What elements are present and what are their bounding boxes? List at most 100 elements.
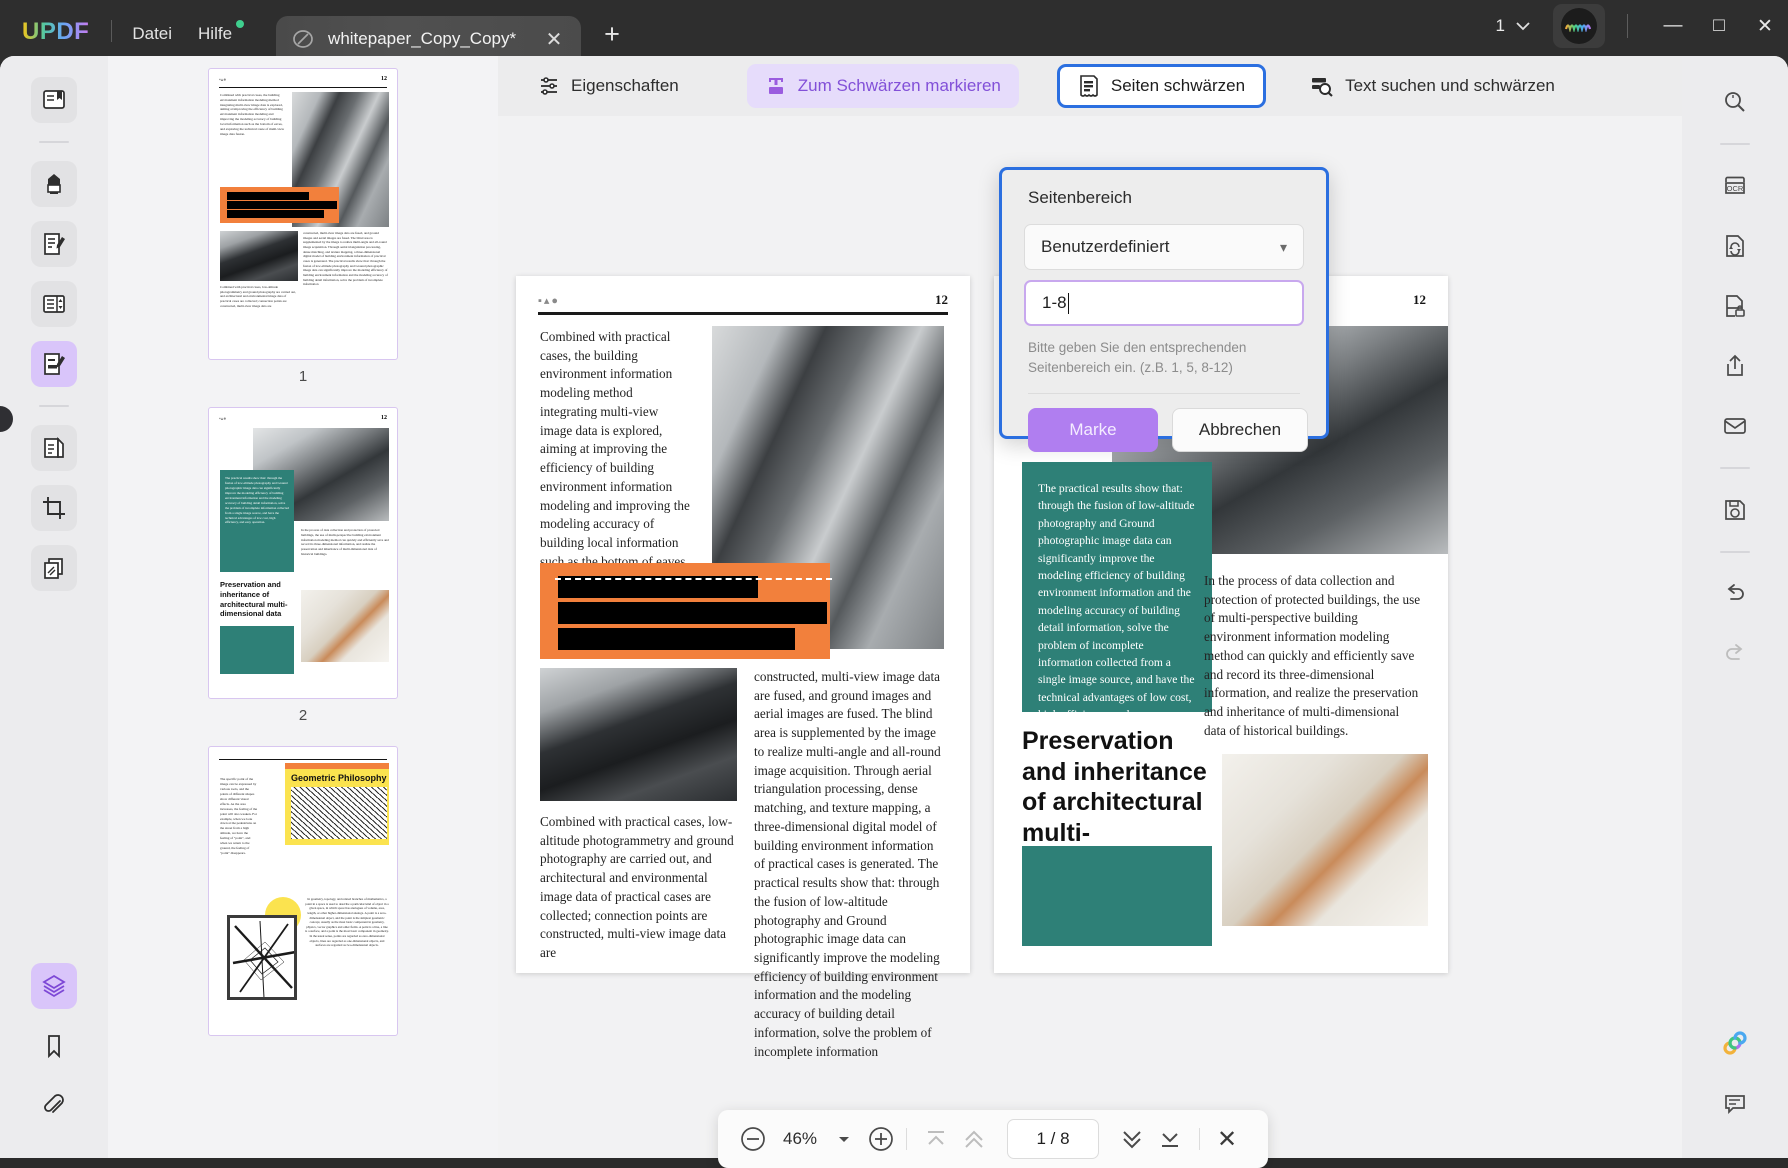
right-item-comments[interactable] [1712, 1081, 1758, 1127]
thumbnail-panel[interactable]: ▪▴● 12 Combined with practical cases, th… [108, 56, 498, 1158]
sidebar-item-reader-mode[interactable] [31, 77, 77, 123]
ai-flower-icon [1720, 1029, 1750, 1059]
app-shell: ▪▴● 12 Combined with practical cases, th… [0, 56, 1788, 1168]
cancel-button[interactable]: Abbrechen [1172, 407, 1308, 452]
thumb-page-number: 12 [381, 415, 387, 421]
thumb-marks: ▪▴● [219, 77, 227, 83]
app-logo: UPDF [22, 18, 90, 45]
first-page-button[interactable] [917, 1126, 955, 1152]
tab-close-icon[interactable]: ✕ [541, 27, 567, 52]
right-tool-rail: OCR [1682, 56, 1788, 1158]
window-count-dropdown[interactable]: 1 [1496, 16, 1531, 36]
photo-pencil [1222, 754, 1428, 926]
last-page-button[interactable] [1151, 1126, 1189, 1152]
properties-button[interactable]: Eigenschaften [520, 64, 697, 108]
panel-drag-handle[interactable] [0, 406, 13, 432]
right-item-ocr[interactable]: OCR [1712, 163, 1758, 209]
bottombar-divider [1199, 1128, 1200, 1150]
search-and-redact-button[interactable]: Text suchen und schwärzen [1292, 64, 1573, 108]
page-left-col-bottom: Combined with practical cases, low-altit… [540, 814, 734, 961]
crop-icon [41, 495, 67, 521]
right-item-save[interactable] [1712, 487, 1758, 533]
redact-pages-button[interactable]: Seiten schwärzen [1056, 64, 1267, 108]
page-thumbnail-2[interactable]: ▪▴● 12 The practical results show that: … [208, 407, 398, 699]
rail-divider [1720, 143, 1750, 145]
zoom-dropdown-caret[interactable] [832, 1134, 856, 1144]
zoom-level-value[interactable]: 46% [768, 1129, 832, 1149]
dialog-divider [1028, 392, 1300, 394]
page-range-dialog[interactable]: Seitenbereich Benutzerdefiniert ▾ 1-8 Bi… [999, 167, 1329, 452]
chevron-down-icon [1515, 21, 1531, 31]
svg-text:OCR: OCR [1727, 184, 1744, 193]
thumb-marks: ▪▴● [219, 416, 227, 422]
page-range-input[interactable]: 1-8 [1024, 280, 1304, 326]
right-item-email[interactable] [1712, 403, 1758, 449]
search-redact-icon [1310, 75, 1334, 97]
text-caret [1067, 292, 1070, 314]
sidebar-item-thumbnails[interactable] [31, 963, 77, 1009]
page-indicator-input[interactable]: 1 / 8 [1007, 1119, 1099, 1159]
thumbnail-item[interactable]: ▪▴● 12 Combined with practical cases, th… [108, 62, 498, 401]
right-item-search[interactable] [1712, 79, 1758, 125]
page-thumbnail-1[interactable]: ▪▴● 12 Combined with practical cases, th… [208, 68, 398, 360]
mark-for-redaction-button[interactable]: Zum Schwärzen markieren [746, 64, 1019, 108]
redaction-bar-3 [558, 628, 795, 650]
right-item-protect[interactable] [1712, 283, 1758, 329]
sidebar-item-organize-pages[interactable] [31, 281, 77, 327]
right-item-share[interactable] [1712, 343, 1758, 389]
new-tab-button[interactable]: + [599, 19, 625, 50]
document-slash-icon [290, 26, 316, 52]
thumb-rule [219, 759, 387, 761]
titlebar-divider [111, 20, 113, 42]
sidebar-item-attachments[interactable] [31, 1083, 77, 1129]
dialog-title: Seitenbereich [1028, 188, 1132, 207]
dialog-actions: Marke Abbrechen [1028, 407, 1326, 452]
close-window-button[interactable]: ✕ [1742, 15, 1788, 38]
left-rail-bottom-group [31, 956, 77, 1158]
page-range-input-value: 1-8 [1042, 293, 1067, 312]
document-page-left[interactable]: ▪▴● 12 Combined with practical cases, th… [516, 276, 970, 1059]
layers-stack-icon [41, 555, 67, 581]
thumb-page-number: 12 [381, 76, 387, 82]
thumbnail-item[interactable]: The specific point of the image can be e… [108, 740, 498, 1060]
sliders-icon [538, 75, 560, 97]
photo-desk [540, 668, 737, 801]
thumb3-left-text: The specific point of the image can be e… [220, 777, 258, 856]
thumb-teal-text: The practical results show that: through… [225, 476, 289, 525]
right-item-ai-assistant[interactable] [1712, 1021, 1758, 1067]
prev-page-button[interactable] [955, 1126, 993, 1152]
menu-hilfe[interactable]: Hilfe [198, 20, 245, 44]
zoom-in-button[interactable] [866, 1124, 896, 1154]
tab-title: whitepaper_Copy_Copy* [328, 29, 517, 48]
window-controls-group: 1 — □ ✕ [1496, 4, 1788, 48]
next-page-button[interactable] [1113, 1126, 1151, 1152]
sidebar-item-redact[interactable] [31, 341, 77, 387]
sidebar-item-highlight[interactable] [31, 161, 77, 207]
maximize-button[interactable]: □ [1696, 15, 1742, 37]
menu-datei[interactable]: Datei [132, 24, 172, 44]
thumb-body-text: In the process of data collection and pr… [301, 528, 389, 556]
account-avatar-button[interactable] [1553, 4, 1605, 48]
sidebar-item-stamp[interactable] [31, 545, 77, 591]
mark-confirm-button[interactable]: Marke [1028, 407, 1158, 452]
thumbnail-item[interactable]: ▪▴● 12 The practical results show that: … [108, 401, 498, 740]
sidebar-item-crop[interactable] [31, 485, 77, 531]
update-dot-indicator [236, 20, 245, 28]
close-navbar-button[interactable]: ✕ [1210, 1125, 1244, 1154]
page-range-select[interactable]: Benutzerdefiniert ▾ [1024, 224, 1304, 270]
sidebar-item-annotate[interactable] [31, 221, 77, 267]
minimize-button[interactable]: — [1650, 15, 1696, 37]
page-number-left: 12 [935, 292, 948, 307]
thumbnail-label: 1 [298, 368, 308, 385]
zoom-out-button[interactable] [738, 1124, 768, 1154]
right-item-convert[interactable] [1712, 223, 1758, 269]
page-thumbnail-3[interactable]: The specific point of the image can be e… [208, 746, 398, 1036]
thumb-col-right: constructed, multi-view image data are f… [303, 231, 388, 287]
title-bar: UPDF Datei Hilfe whitepaper_Copy_Copy* ✕… [0, 0, 1788, 62]
right-item-redo[interactable] [1712, 631, 1758, 677]
sidebar-item-bookmarks[interactable] [31, 1023, 77, 1069]
right-item-undo[interactable] [1712, 571, 1758, 617]
rail-divider [1720, 467, 1750, 469]
bookmark-icon [41, 1033, 67, 1059]
sidebar-item-page-tool[interactable] [31, 425, 77, 471]
